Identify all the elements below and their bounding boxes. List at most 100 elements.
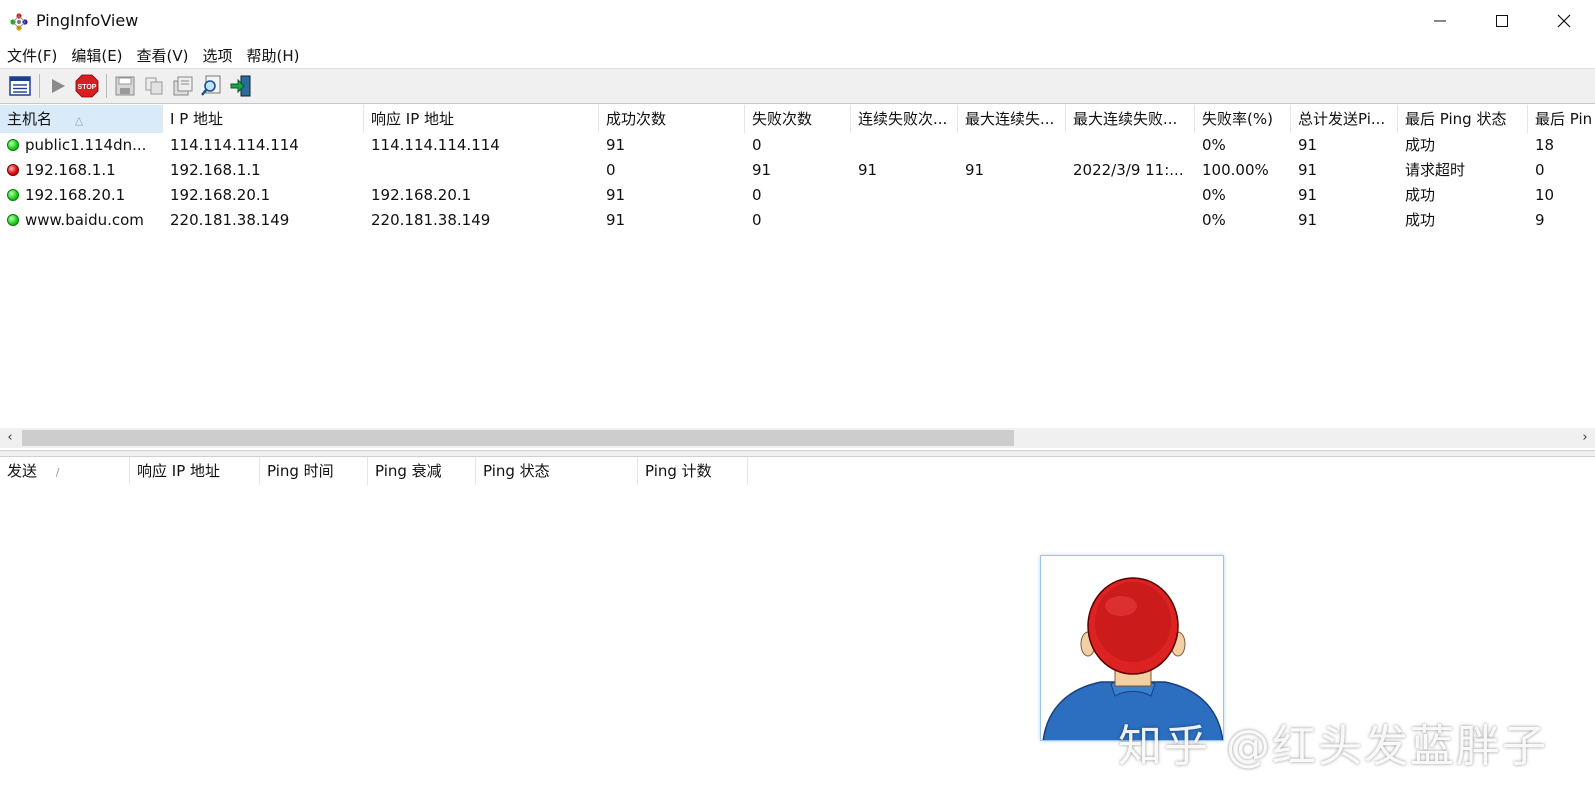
toolbar: STOP bbox=[0, 68, 1595, 104]
col-failed-count[interactable]: 失败次数 bbox=[745, 105, 851, 133]
col-max-consecutive-failed[interactable]: 最大连续失... bbox=[958, 105, 1066, 133]
cell-max-consecutive-time: 2022/3/9 11:... bbox=[1073, 161, 1184, 179]
menu-bar: 文件(F) 编辑(E) 查看(V) 选项 帮助(H) bbox=[0, 42, 1595, 68]
col-last-ping-time[interactable]: 最后 Pin bbox=[1528, 105, 1595, 133]
close-button[interactable] bbox=[1533, 0, 1595, 42]
col-ping-count[interactable]: Ping 计数 bbox=[638, 457, 748, 485]
cell-max-consecutive-time bbox=[1066, 208, 1195, 233]
start-button[interactable] bbox=[44, 72, 72, 100]
menu-help[interactable]: 帮助(H) bbox=[240, 45, 307, 66]
exit-button[interactable] bbox=[227, 72, 255, 100]
table-row[interactable]: 192.168.1.1 192.168.1.1 0 91 91 91 2022/… bbox=[0, 158, 1595, 183]
menu-view[interactable]: 查看(V) bbox=[130, 45, 196, 66]
status-ok-icon bbox=[7, 189, 19, 201]
col-ping-status[interactable]: Ping 状态 bbox=[476, 457, 638, 485]
cell-consecutive bbox=[851, 183, 958, 208]
col-ping-ttl[interactable]: Ping 衰减 bbox=[368, 457, 476, 485]
cell-last-status: 成功 bbox=[1405, 186, 1436, 204]
cell-last-time: 18 bbox=[1535, 136, 1555, 154]
find-icon bbox=[201, 75, 221, 96]
properties-button[interactable] bbox=[6, 72, 34, 100]
cell-hostname: 192.168.20.1 bbox=[0, 183, 163, 208]
menu-file[interactable]: 文件(F) bbox=[0, 45, 64, 66]
col-ip[interactable]: I P 地址 bbox=[163, 105, 364, 133]
html-report-button[interactable] bbox=[169, 72, 197, 100]
table-row[interactable]: 192.168.20.1 192.168.20.1 192.168.20.1 9… bbox=[0, 183, 1595, 208]
col-total-sent[interactable]: 总计发送Pi... bbox=[1291, 105, 1398, 133]
col-succeed-count[interactable]: 成功次数 bbox=[599, 105, 745, 133]
window-title: PingInfoView bbox=[36, 11, 139, 30]
properties-icon bbox=[9, 76, 31, 96]
col-reply-ip[interactable]: 响应 IP 地址 bbox=[364, 105, 599, 133]
cell-failed: 0 bbox=[752, 211, 762, 229]
find-button[interactable] bbox=[198, 72, 226, 100]
table-row[interactable]: public1.114dn... 114.114.114.114 114.114… bbox=[0, 133, 1595, 158]
cell-failed: 0 bbox=[752, 186, 762, 204]
pane-splitter[interactable] bbox=[0, 450, 1595, 457]
col-max-consecutive-failed-time[interactable]: 最大连续失败... bbox=[1066, 105, 1195, 133]
cell-last-status: 成功 bbox=[1405, 211, 1436, 229]
cell-hostname: public1.114dn... bbox=[0, 133, 163, 158]
column-label: 最大连续失... bbox=[965, 110, 1055, 128]
cell-ip: 220.181.38.149 bbox=[170, 211, 290, 229]
cell-succeed: 91 bbox=[606, 211, 626, 229]
cell-ip: 114.114.114.114 bbox=[170, 136, 299, 154]
close-icon bbox=[1557, 14, 1571, 28]
cell-failed: 0 bbox=[752, 136, 762, 154]
cell-reply-ip: 220.181.38.149 bbox=[371, 211, 491, 229]
cell-succeed: 91 bbox=[606, 186, 626, 204]
cell-hostname: 192.168.1.1 bbox=[0, 158, 163, 183]
horizontal-scrollbar[interactable]: ‹ › bbox=[0, 428, 1595, 448]
cell-total-sent: 91 bbox=[1298, 186, 1318, 204]
table-row[interactable]: www.baidu.com 220.181.38.149 220.181.38.… bbox=[0, 208, 1595, 233]
start-icon bbox=[52, 79, 65, 93]
cell-last-status: 请求超时 bbox=[1405, 161, 1466, 179]
col-ping-time[interactable]: Ping 时间 bbox=[260, 457, 368, 485]
col-consecutive-failed[interactable]: 连续失败次... bbox=[851, 105, 958, 133]
scroll-right-icon[interactable]: › bbox=[1575, 428, 1595, 448]
cell-max-consecutive-time bbox=[1066, 183, 1195, 208]
column-label: 最大连续失败... bbox=[1073, 110, 1178, 128]
copy-button[interactable] bbox=[140, 72, 168, 100]
column-label: 成功次数 bbox=[606, 110, 667, 128]
exit-icon bbox=[230, 75, 251, 97]
cell-failed: 91 bbox=[752, 161, 772, 179]
hosts-list: 主机名 △ I P 地址 响应 IP 地址 成功次数 失败次数 连续失败次...… bbox=[0, 105, 1595, 425]
column-label: Ping 衰减 bbox=[375, 462, 442, 480]
scroll-left-icon[interactable]: ‹ bbox=[0, 428, 20, 448]
maximize-button[interactable] bbox=[1471, 0, 1533, 42]
cell-text: 192.168.20.1 bbox=[25, 186, 126, 204]
save-button[interactable] bbox=[111, 72, 139, 100]
cell-failed-percent: 0% bbox=[1202, 186, 1226, 204]
scrollbar-thumb[interactable] bbox=[22, 430, 1014, 446]
cell-text: public1.114dn... bbox=[25, 136, 147, 154]
copy-icon bbox=[145, 77, 163, 95]
column-label: I P 地址 bbox=[170, 110, 224, 128]
cell-max-consecutive bbox=[958, 208, 1066, 233]
col-last-ping-status[interactable]: 最后 Ping 状态 bbox=[1398, 105, 1528, 133]
menu-edit[interactable]: 编辑(E) bbox=[64, 45, 129, 66]
col-sent[interactable]: 发送 / bbox=[0, 457, 130, 485]
column-label: 响应 IP 地址 bbox=[137, 462, 221, 480]
sort-indicator-icon: / bbox=[55, 466, 60, 479]
cell-succeed: 0 bbox=[606, 161, 616, 179]
cell-total-sent: 91 bbox=[1298, 211, 1318, 229]
column-label: 最后 Ping 状态 bbox=[1405, 110, 1507, 128]
col-reply-ip[interactable]: 响应 IP 地址 bbox=[130, 457, 260, 485]
column-label: 响应 IP 地址 bbox=[371, 110, 455, 128]
status-failed-icon bbox=[7, 164, 19, 176]
watermark-text: 知乎 @红头发蓝胖子 bbox=[1118, 721, 1548, 772]
cell-failed-percent: 0% bbox=[1202, 136, 1226, 154]
toolbar-separator bbox=[106, 74, 107, 98]
cell-last-time: 9 bbox=[1535, 211, 1545, 229]
minimize-button[interactable] bbox=[1409, 0, 1471, 42]
status-ok-icon bbox=[7, 214, 19, 226]
toolbar-separator bbox=[39, 74, 40, 98]
stop-button[interactable]: STOP bbox=[73, 72, 101, 100]
col-failed-percent[interactable]: 失败率(%) bbox=[1195, 105, 1291, 133]
menu-options[interactable]: 选项 bbox=[196, 45, 240, 66]
cell-failed-percent: 100.00% bbox=[1202, 161, 1269, 179]
col-hostname[interactable]: 主机名 △ bbox=[0, 105, 163, 133]
html-report-icon bbox=[173, 76, 193, 96]
column-label: 失败次数 bbox=[752, 110, 813, 128]
